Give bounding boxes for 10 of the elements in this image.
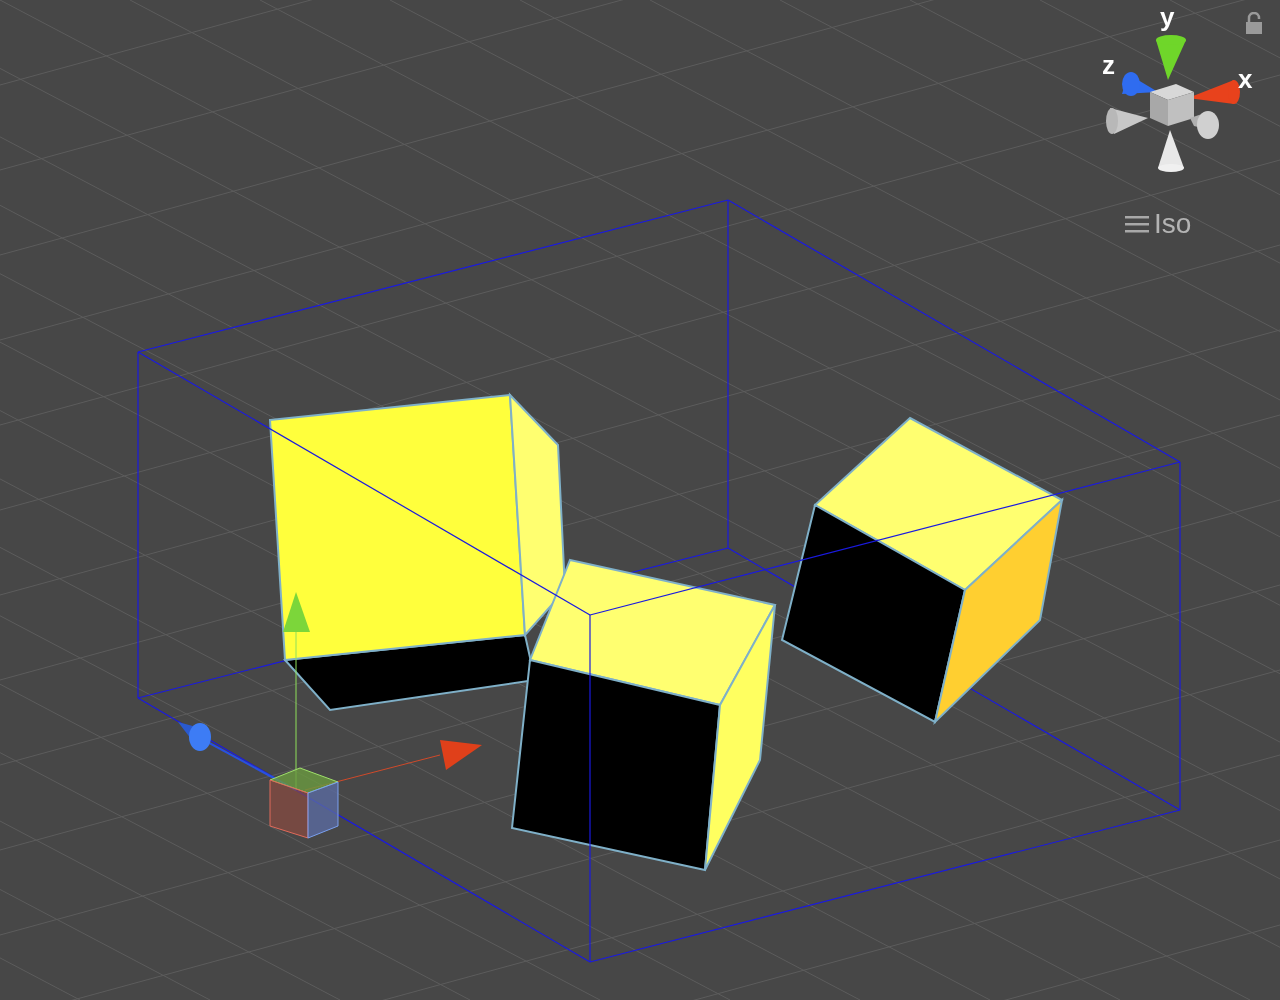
axis-label[interactable]: y xyxy=(1160,4,1175,30)
cube[interactable] xyxy=(780,416,1064,726)
move-gizmo-drawing[interactable] xyxy=(178,592,482,839)
axis-label[interactable]: x xyxy=(1238,66,1253,92)
menu-icon xyxy=(1124,214,1150,234)
cube[interactable] xyxy=(268,392,566,712)
axis-label[interactable]: z xyxy=(1102,52,1115,78)
projection-button[interactable]: Iso xyxy=(1124,210,1192,238)
cube[interactable] xyxy=(510,558,777,872)
unlocked-padlock-icon[interactable] xyxy=(1245,12,1263,34)
